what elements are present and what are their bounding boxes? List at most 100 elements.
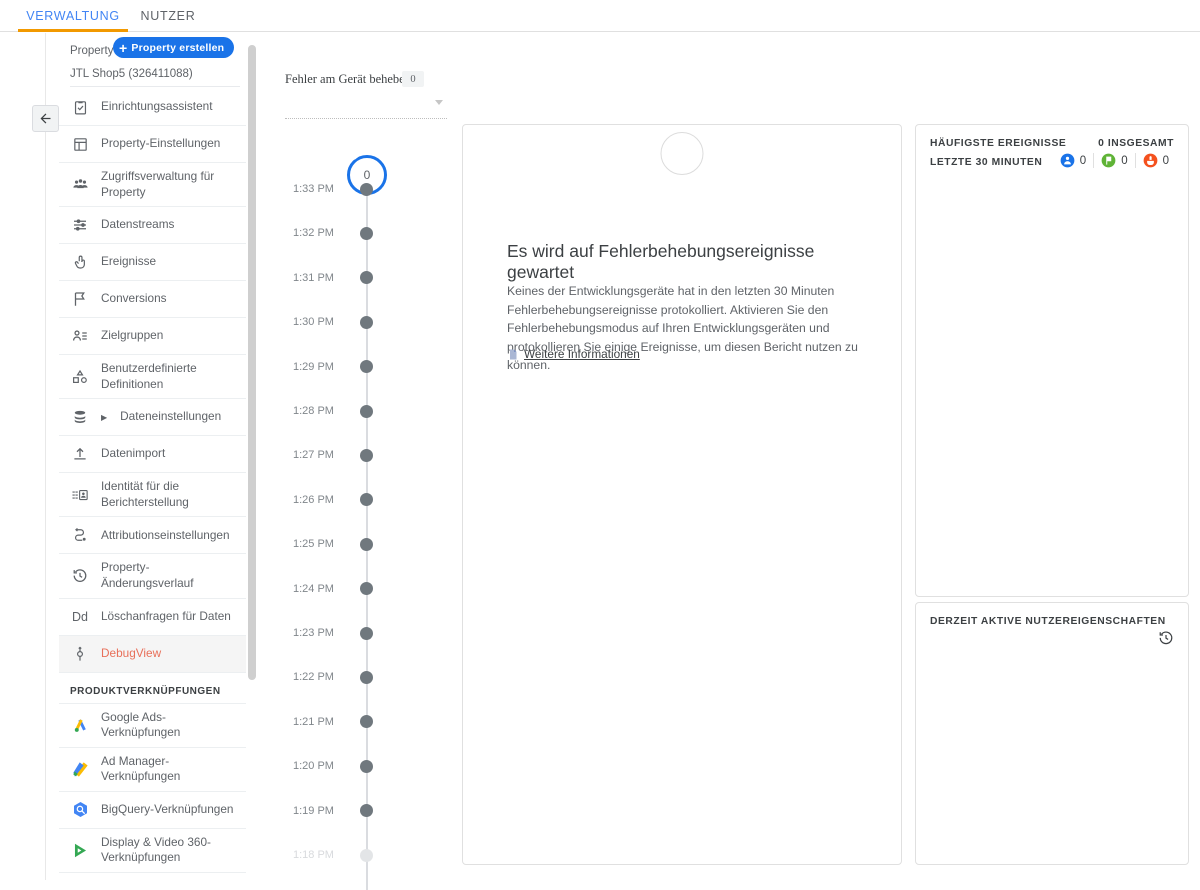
timeline-entry[interactable]: 1:19 PM [280,804,455,818]
id-card-icon [70,485,90,505]
timeline-entry-time: 1:19 PM [293,805,353,817]
clipboard-check-icon [70,97,90,117]
timeline-entry-time: 1:24 PM [293,583,353,595]
timeline-entry[interactable]: 1:26 PM [280,493,455,507]
sidebar-item-label: Property-Einstellungen [101,136,220,152]
badge-conversions[interactable]: 0 [1093,153,1134,168]
top-events-total: 0 INSGESAMT [1098,138,1174,149]
history-clock-icon[interactable] [1157,629,1175,647]
create-property-button[interactable]: + Property erstellen [113,37,234,58]
badge-events[interactable]: 0 [1135,153,1176,168]
timeline-entry-time: 1:18 PM [293,849,353,861]
sidebar-item-dv360[interactable]: Display & Video 360-Verknüpfungen [59,829,246,873]
timeline-entry-time: 1:26 PM [293,494,353,506]
learn-more-link[interactable]: Weitere Informationen [507,347,640,361]
timeline-entry[interactable]: 1:21 PM [280,715,455,729]
timeline-entry-dot [360,715,373,728]
user-properties-title: DERZEIT AKTIVE NUTZEREIGENSCHAFTEN [930,616,1166,627]
top-tab-bar: VERWALTUNG NUTZER [0,0,1200,32]
timeline-entry[interactable]: 1:31 PM [280,271,455,285]
flag-badge-icon [1101,153,1116,168]
sidebar-item-debugview[interactable]: DebugView [59,636,246,673]
bigquery-icon [70,800,90,820]
flag-icon [70,289,90,309]
timeline-entry[interactable]: 1:20 PM [280,759,455,773]
top-events-card: HÄUFIGSTE EREIGNISSE 0 INSGESAMT LETZTE … [915,124,1189,597]
user-badge-icon [1060,153,1075,168]
sidebar-item-zugriffsverwaltung[interactable]: Zugriffsverwaltung für Property [59,163,246,207]
timeline-entry[interactable]: 1:28 PM [280,404,455,418]
history-icon [70,566,90,586]
device-select[interactable] [285,91,447,119]
timeline-entry[interactable]: 1:30 PM [280,315,455,329]
sidebar-item-zielgruppen[interactable]: Zielgruppen [59,318,246,355]
sidebar-item-label: Display & Video 360-Verknüpfungen [101,835,238,866]
shapes-icon [70,367,90,387]
sidebar-item-label: Identität für die Berichterstellung [101,479,238,510]
timeline-entry-dot [360,271,373,284]
debug-stream-card: Es wird auf Fehlerbehebungsereignisse ge… [462,124,902,865]
timeline-current-value: 0 [364,168,371,182]
timeline-entry-time: 1:25 PM [293,538,353,550]
user-properties-card: DERZEIT AKTIVE NUTZEREIGENSCHAFTEN [915,602,1189,865]
sidebar-item-label: Benutzerdefinierte Definitionen [101,361,238,392]
sidebar-item-datenimport[interactable]: Datenimport [59,436,246,473]
sidebar-scrollbar-thumb[interactable] [248,45,256,680]
sidebar-item-label: Zielgruppen [101,328,163,344]
sidebar-item-benutzerdefinierte-definitionen[interactable]: Benutzerdefinierte Definitionen [59,355,246,399]
create-property-label: Property erstellen [131,42,224,54]
current-property-name: JTL Shop5 (326411088) [70,68,193,80]
timeline-entry[interactable]: 1:33 PM [280,182,455,196]
audience-icon [70,326,90,346]
sidebar-item-loeschanfragen[interactable]: Dd Löschanfragen für Daten [59,599,246,636]
timeline-entry[interactable]: 1:18 PM [280,848,455,862]
loading-spinner-icon [661,132,704,175]
people-icon [70,175,90,195]
timeline-entry[interactable]: 1:27 PM [280,448,455,462]
sidebar-item-einrichtungsassistent[interactable]: Einrichtungsassistent [59,89,246,126]
timeline-entry[interactable]: 1:32 PM [280,226,455,240]
tab-nutzer[interactable]: NUTZER [136,0,200,32]
timeline-entry-time: 1:20 PM [293,760,353,772]
sidebar-item-property-einstellungen[interactable]: Property-Einstellungen [59,126,246,163]
timeline-entry-dot [360,627,373,640]
badge-users[interactable]: 0 [1053,153,1093,168]
google-ads-icon [70,715,90,735]
section-produktverknuepfungen: PRODUKTVERKNÜPFUNGEN [59,673,246,704]
sidebar-item-bigquery[interactable]: BigQuery-Verknüpfungen [59,792,246,829]
collapse-sidebar-button[interactable] [32,105,59,132]
timeline-entry-time: 1:31 PM [293,272,353,284]
timeline-count-chip: 0 [402,71,424,87]
sidebar-item-property-aenderungsverlauf[interactable]: Property-Änderungsverlauf [59,554,246,598]
top-events-title: HÄUFIGSTE EREIGNISSE [930,138,1066,149]
tab-verwaltung-label: VERWALTUNG [26,9,120,23]
timeline-entry[interactable]: 1:22 PM [280,670,455,684]
sidebar-item-identitaet-berichterstellung[interactable]: Identität für die Berichterstellung [59,473,246,517]
sidebar-item-ereignisse[interactable]: Ereignisse [59,244,246,281]
timeline-entry[interactable]: 1:25 PM [280,537,455,551]
sidebar-item-datenstreams[interactable]: Datenstreams [59,207,246,244]
timeline-entry-dot [360,449,373,462]
timeline-entry-dot [360,804,373,817]
chevron-right-icon: ▶ [101,413,107,422]
layout-icon [70,134,90,154]
tab-verwaltung[interactable]: VERWALTUNG [18,0,128,32]
database-icon [70,407,90,427]
admin-sidebar: Property + Property erstellen JTL Shop5 … [59,33,246,880]
sidebar-item-conversions[interactable]: Conversions [59,281,246,318]
timeline-entry[interactable]: 1:23 PM [280,626,455,640]
sidebar-item-dateneinstellungen[interactable]: ▶ Dateneinstellungen [59,399,246,436]
sidebar-item-google-ads[interactable]: Google Ads-Verknüpfungen [59,704,246,748]
timeline-entry[interactable]: 1:24 PM [280,582,455,596]
timeline-entry-time: 1:30 PM [293,316,353,328]
sidebar-item-attributionseinstellungen[interactable]: Attributionseinstellungen [59,517,246,554]
tab-nutzer-label: NUTZER [141,9,196,23]
sidebar-item-label: Dateneinstellungen [120,409,221,425]
timeline-entry-dot [360,316,373,329]
timeline-entry-dot [360,360,373,373]
dd-text-icon: Dd [70,607,90,627]
sidebar-item-label: Datenimport [101,446,165,462]
timeline-entry-dot [360,183,373,196]
sidebar-item-ad-manager[interactable]: Ad Manager-Verknüpfungen [59,748,246,792]
timeline-entry[interactable]: 1:29 PM [280,360,455,374]
